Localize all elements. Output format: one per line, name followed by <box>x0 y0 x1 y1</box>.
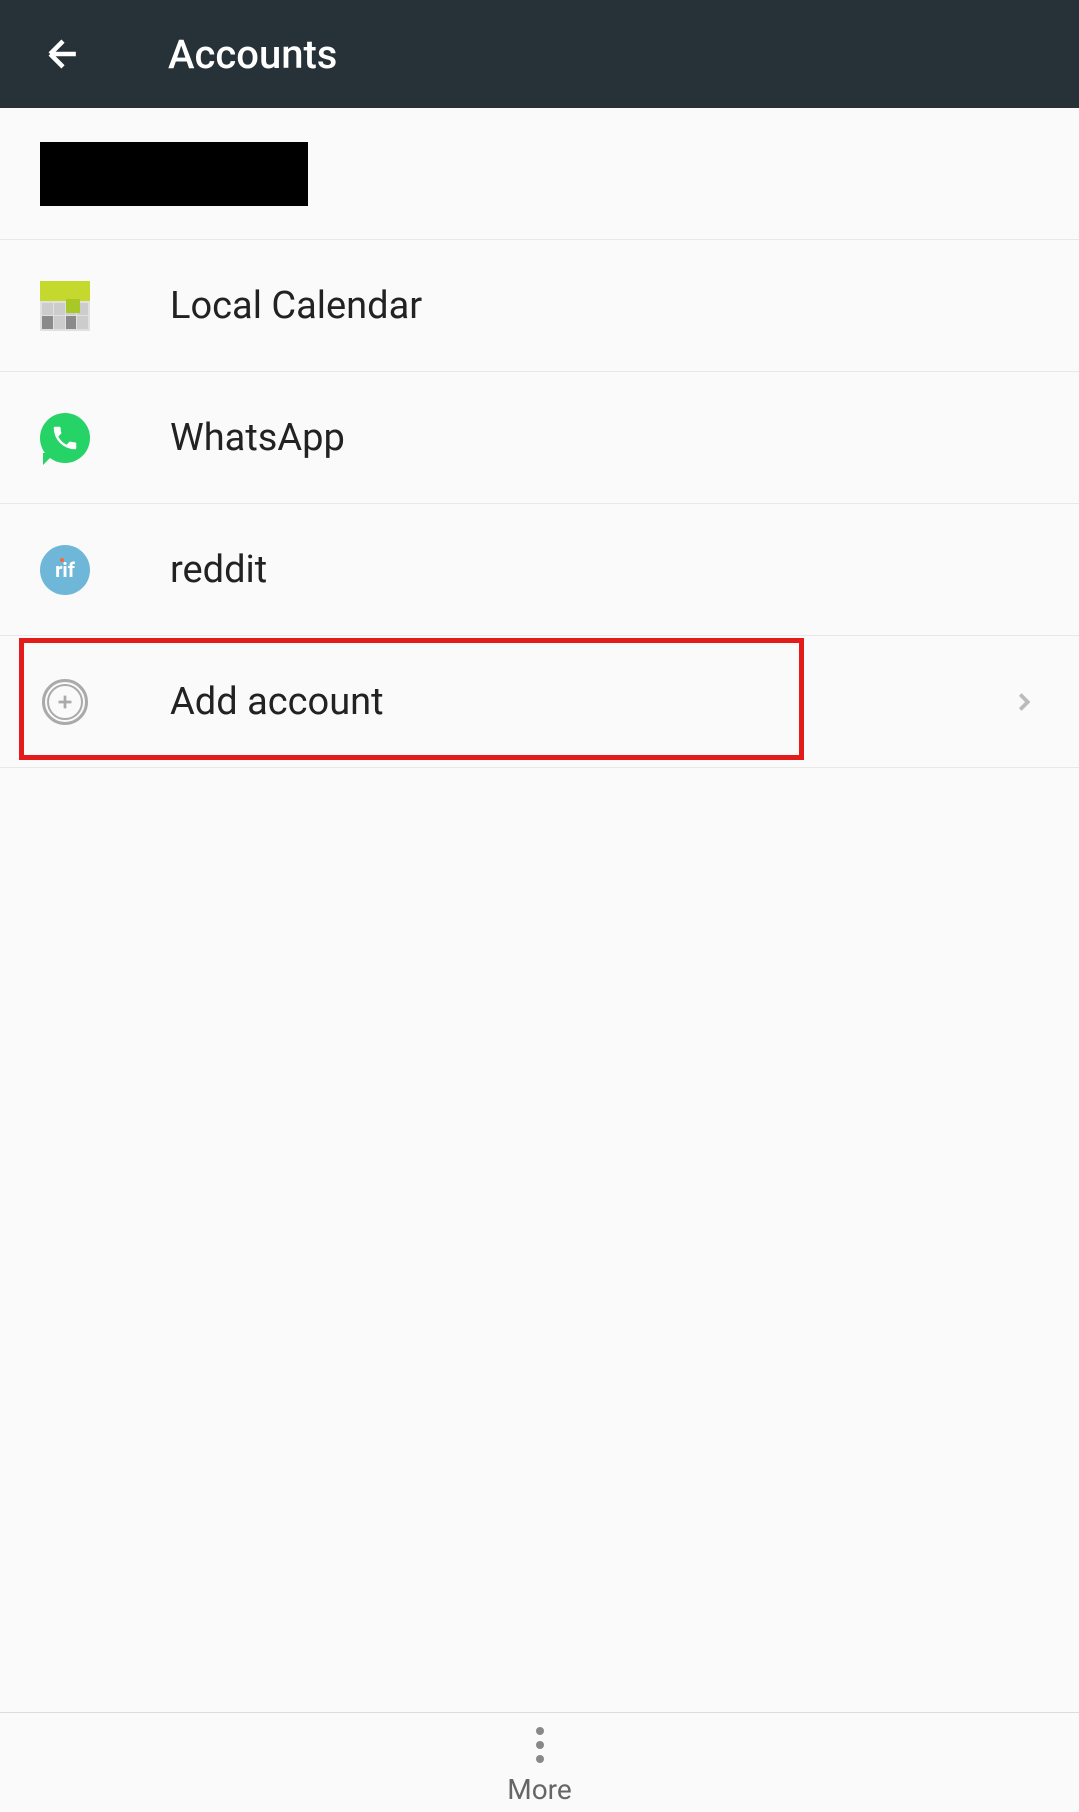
back-arrow-icon[interactable] <box>38 29 88 79</box>
content-area: Local Calendar WhatsApp rif reddit <box>0 108 1079 768</box>
more-menu-icon[interactable] <box>536 1727 544 1763</box>
add-account-button[interactable]: Add account <box>0 636 1079 768</box>
account-item-reddit[interactable]: rif reddit <box>0 504 1079 636</box>
account-label: Local Calendar <box>170 284 1039 328</box>
rif-icon: rif <box>40 545 90 595</box>
account-item-local-calendar[interactable]: Local Calendar <box>0 240 1079 372</box>
chevron-right-icon <box>1009 687 1039 717</box>
account-label: reddit <box>170 548 1039 592</box>
whatsapp-icon <box>40 413 90 463</box>
account-label: WhatsApp <box>170 416 1039 460</box>
more-label[interactable]: More <box>507 1773 572 1806</box>
page-title: Accounts <box>168 31 337 78</box>
account-item-whatsapp[interactable]: WhatsApp <box>0 372 1079 504</box>
redacted-label <box>40 142 308 206</box>
bottom-bar: More <box>0 1712 1079 1812</box>
add-account-label: Add account <box>170 680 1009 724</box>
plus-circle-icon <box>40 677 90 727</box>
rif-icon-text: rif <box>55 558 75 582</box>
redacted-account-row[interactable] <box>0 108 1079 240</box>
app-header: Accounts <box>0 0 1079 108</box>
calendar-icon <box>40 281 90 331</box>
